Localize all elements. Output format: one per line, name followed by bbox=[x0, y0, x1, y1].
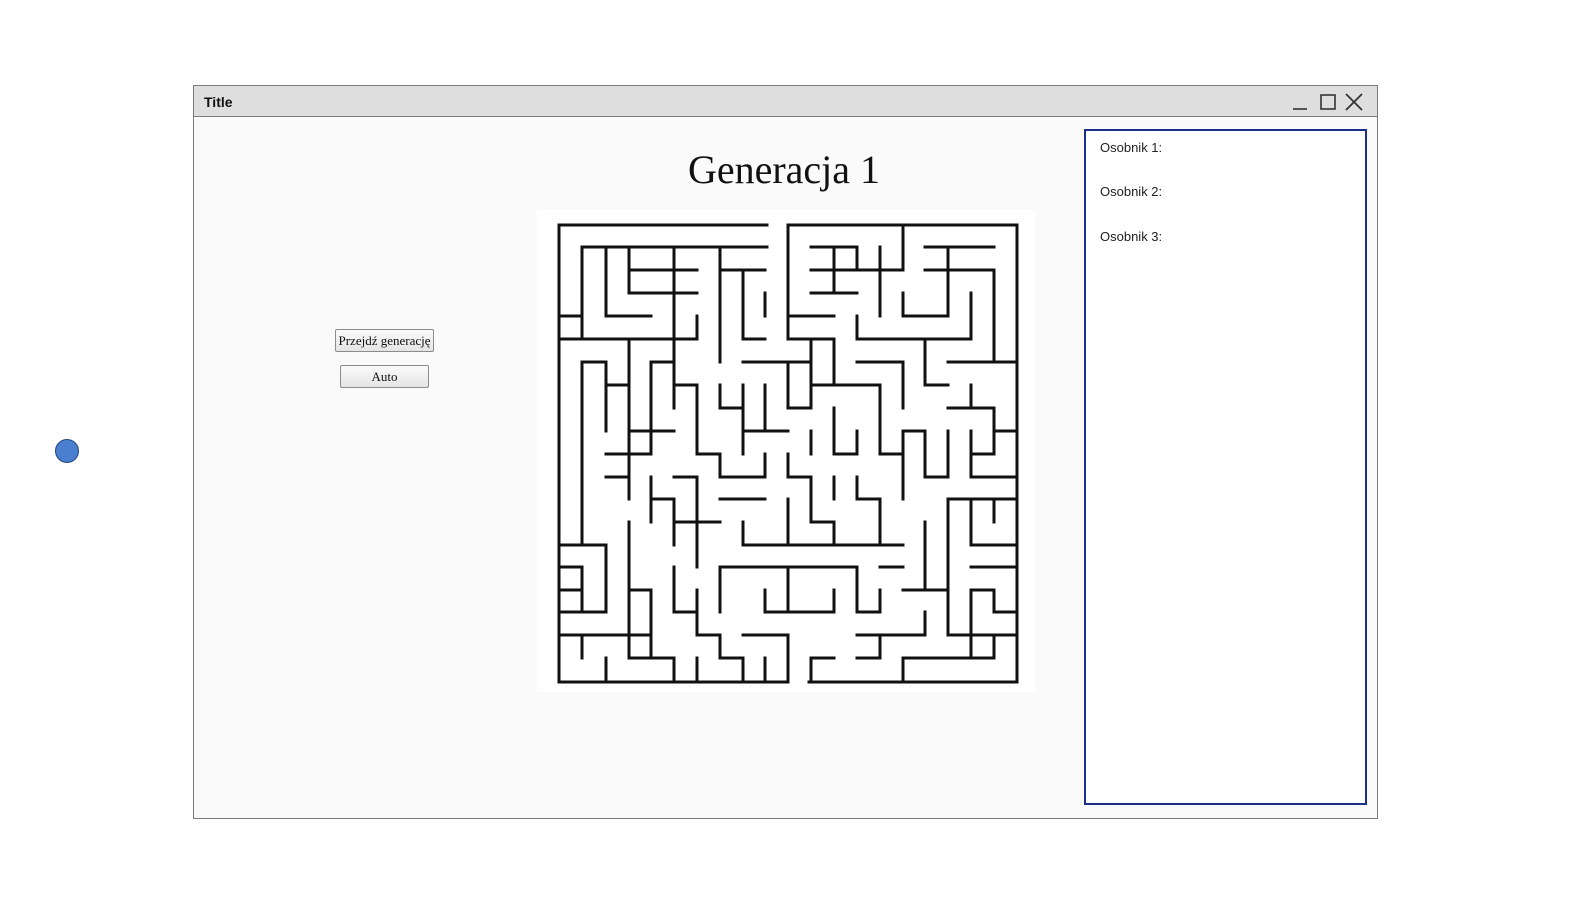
individuals-panel: Osobnik 1: Osobnik 2: Osobnik 3: bbox=[1084, 129, 1367, 805]
minimize-icon[interactable] bbox=[1290, 92, 1310, 112]
individual-3-label: Osobnik 3: bbox=[1100, 229, 1163, 244]
maximize-icon[interactable] bbox=[1318, 92, 1338, 112]
auto-button[interactable]: Auto bbox=[340, 365, 429, 388]
individual-2-label: Osobnik 2: bbox=[1100, 184, 1163, 199]
window-title: Title bbox=[204, 94, 233, 110]
maze-canvas bbox=[537, 210, 1035, 692]
individual-1-label: Osobnik 1: bbox=[1100, 140, 1163, 155]
maze-image bbox=[557, 223, 1019, 684]
generation-heading: Generacja 1 bbox=[687, 147, 881, 192]
next-generation-button[interactable]: Przejdź generację bbox=[335, 329, 434, 352]
close-icon[interactable] bbox=[1344, 92, 1364, 112]
circle-icon bbox=[55, 439, 79, 463]
title-bar: Title bbox=[194, 86, 1377, 117]
app-window: Title Generacja 1 Przejdź generację Auto bbox=[193, 85, 1378, 819]
